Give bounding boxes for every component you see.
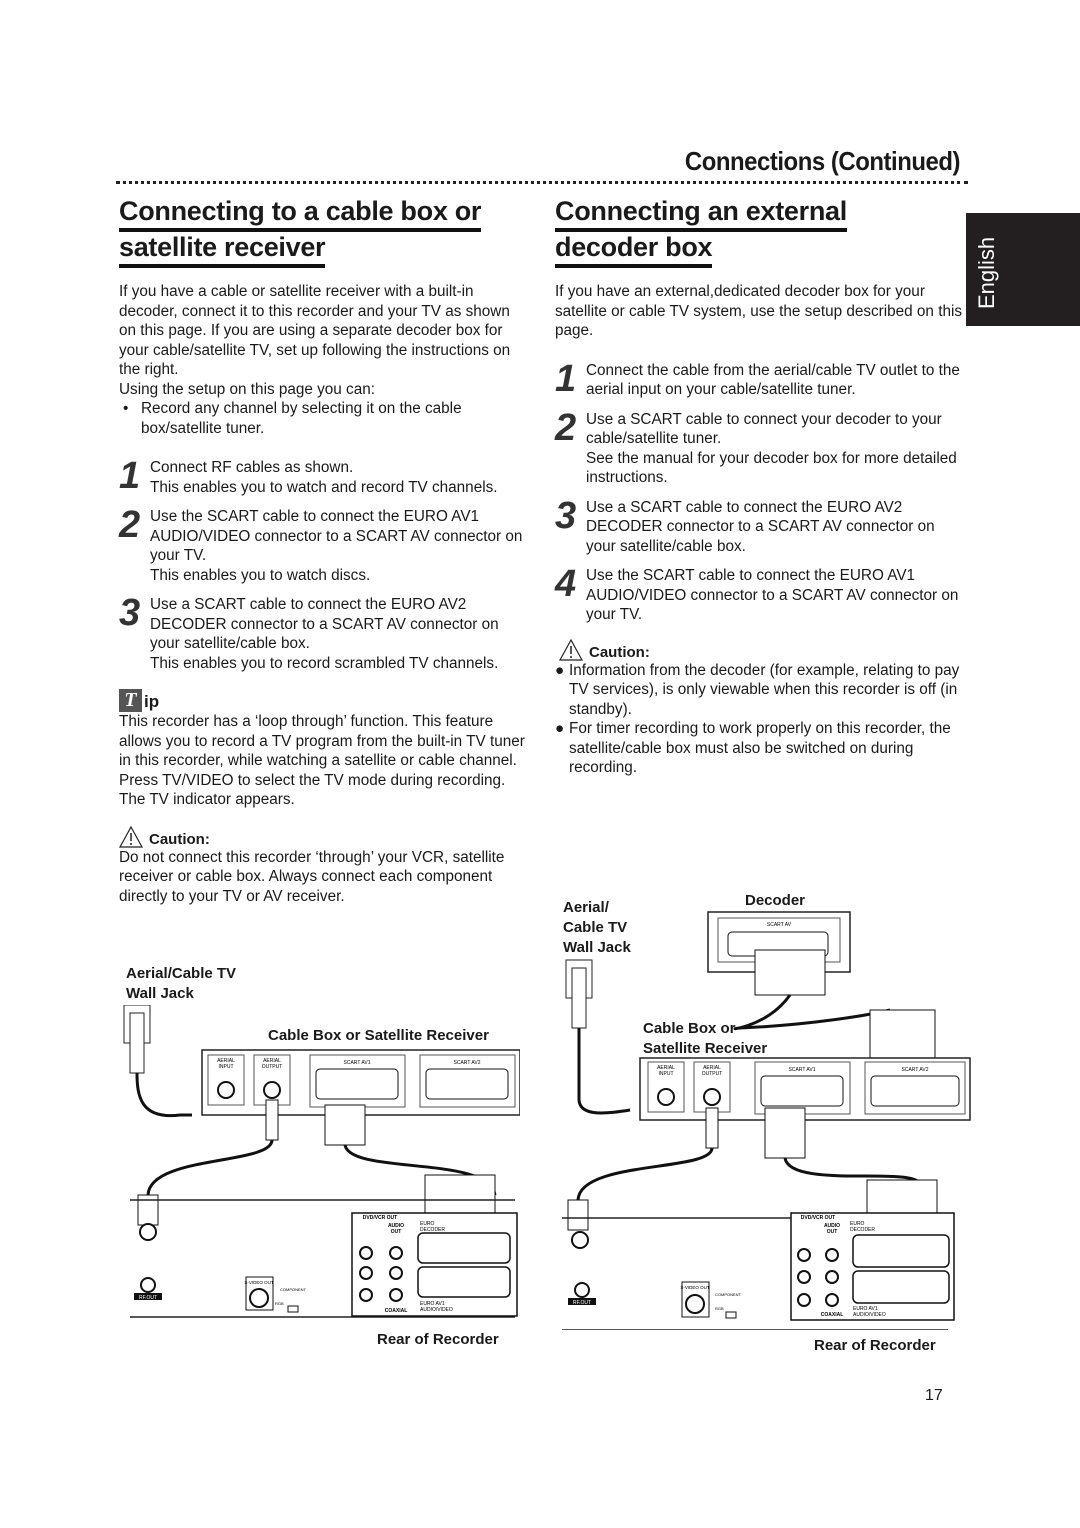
tip-heading: T ip xyxy=(119,689,529,712)
svg-text:OUTPUT: OUTPUT xyxy=(702,1071,723,1077)
svg-text:OUTPUT: OUTPUT xyxy=(262,1064,283,1070)
decoder-label: Decoder xyxy=(745,892,806,909)
right-step-1: 1 Connect the cable from the aerial/cabl… xyxy=(555,357,960,400)
running-title: Connections (Continued) xyxy=(684,146,961,176)
tip-icon: T xyxy=(119,689,142,712)
right-recorder-label: Rear of Recorder xyxy=(814,1337,936,1354)
svg-text:INPUT: INPUT xyxy=(659,1071,674,1077)
aerial-input-jack xyxy=(217,1081,235,1099)
recorder-rear: RF.OUT S-VIDEO OUT COMPONENT RGB DVD/VCR… xyxy=(562,1212,955,1330)
page-number: 17 xyxy=(925,1387,943,1404)
right-intro: If you have an external,dedicated decode… xyxy=(555,283,962,339)
right-caution-bullet-1: ● Information from the decoder (for examp… xyxy=(555,661,960,718)
rgb-label: RGB xyxy=(275,1301,284,1306)
svg-text:SCART AV2: SCART AV2 xyxy=(902,1067,929,1073)
euro-av2-socket xyxy=(417,1232,511,1264)
rf-out-label: RF.OUT xyxy=(139,1295,157,1301)
svg-text:OUT: OUT xyxy=(827,1229,838,1235)
left-recorder-label: Rear of Recorder xyxy=(377,1331,499,1348)
left-wall-jack-label: Aerial/Cable TV Wall Jack xyxy=(126,965,237,1002)
left-column: Connecting to a cable box or satellite r… xyxy=(119,196,529,906)
dvd-vcr-out-label: DVD/VCR OUT xyxy=(363,1215,397,1221)
right-section-title: Connecting an external decoder box xyxy=(555,196,965,268)
svg-text:COAXIAL: COAXIAL xyxy=(821,1312,844,1318)
svg-text:AUDIO/VIDEO: AUDIO/VIDEO xyxy=(853,1312,886,1318)
svg-text:DECODER: DECODER xyxy=(850,1227,875,1233)
svg-text:INPUT: INPUT xyxy=(219,1064,234,1070)
svg-text:S-VIDEO OUT: S-VIDEO OUT xyxy=(680,1285,710,1290)
right-caution-bullet-2: ● For timer recording to work properly on… xyxy=(555,720,951,776)
svg-text:AUDIO/VIDEO: AUDIO/VIDEO xyxy=(420,1307,453,1313)
svg-text:DECODER: DECODER xyxy=(420,1227,445,1233)
left-step-2: 2 Use the SCART cable to connect the EUR… xyxy=(119,504,523,584)
left-bullet: • Record any channel by selecting it on t… xyxy=(123,400,462,437)
svg-text:DVD/VCR OUT: DVD/VCR OUT xyxy=(801,1215,835,1221)
left-intro: If you have a cable or satellite receive… xyxy=(119,283,511,378)
warning-icon xyxy=(559,638,583,661)
right-step-2: 2 Use a SCART cable to connect your deco… xyxy=(555,406,957,487)
dotted-divider xyxy=(116,181,968,184)
warning-icon xyxy=(119,825,143,848)
coaxial-label: COAXIAL xyxy=(385,1308,408,1314)
svg-text:RGB: RGB xyxy=(715,1306,724,1311)
left-using: Using the setup on this page you can: xyxy=(119,380,375,398)
s-video-out-label: S-VIDEO OUT xyxy=(244,1280,274,1285)
right-column: Connecting an external decoder box If yo… xyxy=(555,196,965,778)
svg-text:SCART AV1: SCART AV1 xyxy=(789,1067,816,1073)
left-connection-diagram: AERIAL INPUT AERIAL OUTPUT SCART AV1 SCA… xyxy=(123,1005,520,1318)
right-step-3: 3 Use a SCART cable to connect the EURO … xyxy=(555,494,935,555)
tip-text: This recorder has a ‘loop through’ funct… xyxy=(119,713,525,808)
left-step-3: 3 Use a SCART cable to connect the EURO … xyxy=(119,592,499,672)
rf-out-jack xyxy=(140,1277,156,1293)
language-tab-label: English xyxy=(974,236,999,309)
scart-av1-label: SCART AV1 xyxy=(344,1060,371,1066)
decoder-scart-label: SCART AV xyxy=(767,922,792,928)
svg-text:COMPONENT: COMPONENT xyxy=(715,1292,742,1297)
wall-jack xyxy=(123,1005,151,1074)
svg-text:RF.OUT: RF.OUT xyxy=(573,1300,591,1306)
svg-text:OUT: OUT xyxy=(391,1229,402,1235)
right-caution-heading: Caution: xyxy=(559,638,965,661)
left-section-title: Connecting to a cable box or satellite r… xyxy=(119,196,529,268)
language-tab: English xyxy=(966,213,1080,326)
left-caution-text: Do not connect this recorder ‘through’ y… xyxy=(119,848,505,905)
component-label: COMPONENT xyxy=(280,1287,307,1292)
aerial-jack xyxy=(139,1223,157,1241)
left-caution-heading: Caution: xyxy=(119,825,529,848)
aerial-output-jack xyxy=(263,1081,281,1099)
right-connection-diagram: SCART AV AERIAL INPUT AERIAL OUTPUT SCAR… xyxy=(562,911,971,1330)
scart-av2-socket xyxy=(425,1068,509,1100)
scart-av2-label: SCART AV2 xyxy=(454,1060,481,1066)
scart-av1-socket xyxy=(315,1068,399,1100)
euro-av1-socket xyxy=(417,1266,511,1298)
right-step-4: 4 Use the SCART cable to connect the EUR… xyxy=(555,563,959,623)
left-step-1: 1 Connect RF cables as shown. This enabl… xyxy=(119,455,498,497)
recorder-rear: RF.OUT S-VIDEO OUT COMPONENT RGB DVD/VCR… xyxy=(130,1199,518,1318)
